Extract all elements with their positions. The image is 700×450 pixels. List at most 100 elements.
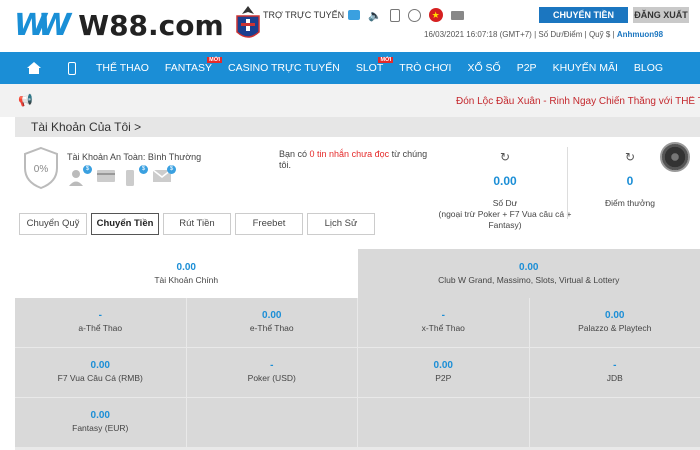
divider: [567, 147, 568, 219]
nav-item-label: XỔ SỐ: [467, 62, 501, 74]
speaker-icon: 📢: [18, 93, 33, 107]
live-support[interactable]: TRỢ TRỰC TUYẾN: [263, 10, 361, 20]
phone-badge: $: [139, 165, 148, 174]
tab-4[interactable]: Lịch Sử: [307, 213, 375, 235]
balance-note: (ngoại trừ Poker + F7 Vua câu cá + Fanta…: [438, 209, 572, 230]
unread-message-notice: Bạn có 0 tin nhắn chưa đọc từ chúng tôi.: [279, 149, 439, 171]
empty-cell: [529, 398, 700, 447]
wallet-label: a-Thể Thao: [78, 323, 123, 333]
nav-item-label: FANTASY: [164, 62, 212, 74]
empty-cell: [186, 398, 357, 447]
wallet-value: 0.00: [433, 360, 453, 371]
email-verify-icon[interactable]: $: [152, 165, 176, 187]
empty-cell: [358, 398, 529, 447]
tab-2[interactable]: Rút Tiền: [163, 213, 231, 235]
megaphone-icon[interactable]: 🔈: [368, 9, 382, 22]
datetime: 16/03/2021 16:07:18 (GMT+7): [424, 30, 532, 39]
wallet-value: 0.00: [519, 262, 539, 273]
nav-item-1[interactable]: FANTASY MỚI: [157, 57, 222, 74]
mobile-nav-icon[interactable]: [68, 61, 76, 75]
wallet-summary-cell[interactable]: 0.00 Club W Grand, Massimo, Slots, Virtua…: [357, 249, 700, 298]
vietnam-flag-icon[interactable]: ★: [428, 8, 443, 22]
security-percent: 0%: [34, 164, 49, 175]
fund-label[interactable]: Quỹ $: [589, 30, 610, 39]
wallet-label: Poker (USD): [247, 373, 296, 383]
wallet-cell[interactable]: 0.00 e-Thể Thao: [186, 298, 357, 347]
wallet-cell[interactable]: 0.00 Fantasy (EUR): [15, 398, 186, 447]
nav-item-5[interactable]: XỔ SỐ: [459, 62, 508, 74]
account-info-line: 16/03/2021 16:07:18 (GMT+7) | Số Dư/Điểm…: [424, 30, 664, 39]
phone-verify-icon[interactable]: $: [124, 165, 148, 187]
tab-1[interactable]: Chuyển Tiền: [91, 213, 159, 235]
nav-item-label: P2P: [516, 62, 537, 74]
unread-link[interactable]: 0 tin nhắn chưa đọc: [310, 149, 390, 159]
wallet-value: 0.00: [605, 310, 625, 321]
bank-card-icon[interactable]: [96, 169, 115, 187]
nav-item-2[interactable]: CASINO TRỰC TUYẾN: [220, 62, 348, 74]
wallet-cell[interactable]: - JDB: [529, 348, 700, 397]
security-label: Tài Khoản An Toàn: Bình Thường: [67, 152, 202, 162]
points-value: 0: [626, 174, 634, 188]
wallet-value: 0.00: [262, 310, 282, 321]
wallet-grid: - a-Thể Thao 0.00 e-Thể Thao - x-Thể Thao 0.00…: [15, 298, 700, 450]
brand-logo[interactable]: W W W88.com: [14, 8, 224, 43]
balance-value: 0.00: [493, 174, 517, 188]
logout-button[interactable]: ĐĂNG XUẤT: [633, 7, 689, 23]
wallet-label: Club W Grand, Massimo, Slots, Virtual & …: [438, 275, 620, 285]
mobile-icon[interactable]: [389, 8, 400, 22]
verify-badge: $: [83, 165, 92, 174]
wallet-label: P2P: [435, 373, 452, 383]
wallet-value: -: [270, 360, 274, 371]
roulette-wheel-icon[interactable]: [660, 142, 690, 172]
wallet-value: -: [613, 360, 617, 371]
wallet-cell[interactable]: - a-Thể Thao: [15, 298, 186, 347]
username[interactable]: Anhmuon98: [617, 30, 663, 39]
nav-item-0[interactable]: THỂ THAO: [88, 62, 157, 74]
wallet-label: F7 Vua Câu Cá (RMB): [57, 373, 143, 383]
nav-item-label: TRÒ CHƠI: [399, 62, 452, 74]
mail-icon[interactable]: [450, 10, 464, 20]
nav-item-3[interactable]: SLOT MỚI: [348, 57, 394, 74]
nav-item-6[interactable]: P2P: [509, 62, 545, 74]
wallet-label: Fantasy (EUR): [72, 423, 129, 433]
theme-icon[interactable]: [407, 8, 421, 22]
tab-3[interactable]: Freebet: [235, 213, 303, 235]
transfer-button[interactable]: CHUYỂN TIỀN: [539, 7, 628, 23]
wallet-cell[interactable]: 0.00 Palazzo & Playtech: [529, 298, 700, 347]
main-nav: THỂ THAO FANTASY MỚI CASINO TRỰC TUYẾN SLOT M…: [0, 52, 700, 84]
wallet-cell[interactable]: - Poker (USD): [186, 348, 357, 397]
nav-item-4[interactable]: TRÒ CHƠI: [391, 62, 459, 74]
logo-text: W88.com: [78, 9, 224, 42]
tab-0[interactable]: Chuyển Quỹ: [19, 213, 87, 235]
refresh-points-icon[interactable]: ↻: [590, 150, 670, 164]
home-icon[interactable]: [16, 62, 52, 74]
wallet-label: e-Thể Thao: [249, 323, 294, 333]
support-label: TRỢ TRỰC TUYẾN: [263, 10, 345, 20]
announcement-ticker[interactable]: Đón Lộc Đầu Xuân - Rinh Ngay Chiến Thắng…: [456, 96, 700, 107]
announcement-bar: 📢 Đón Lộc Đầu Xuân - Rinh Ngay Chiến Thắ…: [0, 84, 700, 117]
wallet-summary-cell[interactable]: 0.00 Tài Khoản Chính: [15, 249, 358, 298]
balance-box: ↻ 0.00 Số Dư (ngoại trừ Poker + F7 Vua c…: [435, 150, 575, 231]
nav-item-7[interactable]: KHUYẾN MÃI: [545, 62, 626, 74]
wallet-value: 0.00: [90, 410, 110, 421]
balance-label-text: Số Dư: [492, 198, 518, 208]
wallet-cell[interactable]: 0.00 P2P: [358, 348, 529, 397]
page-title[interactable]: Tài Khoản Của Tôi >: [15, 117, 700, 137]
wallet-summary: 0.00 Tài Khoản Chính 0.00 Club W Grand, Mas…: [15, 249, 700, 298]
wallet-label: x-Thể Thao: [421, 323, 465, 333]
account-tabs: Chuyển Quỹ Chuyển Tiền Rút Tiền Freebet Lịch…: [19, 213, 375, 235]
wallet-cell[interactable]: 0.00 F7 Vua Câu Cá (RMB): [15, 348, 186, 397]
nav-item-label: THỂ THAO: [96, 62, 149, 74]
nav-item-8[interactable]: BLOG: [626, 62, 671, 74]
email-badge: $: [167, 165, 176, 174]
security-shield-icon: 0%: [24, 146, 58, 190]
account-panel: Tài Khoản Của Tôi > 0% Tài Khoản An Toàn…: [15, 117, 700, 450]
top-bar: W W W88.com TRỢ TRỰC TUYẾN 🔈 ★ CHUYỂN TI…: [0, 0, 700, 52]
balance-label[interactable]: Số Dư/Điểm: [538, 30, 582, 39]
top-icons: 🔈 ★: [368, 8, 464, 22]
nav-item-label: BLOG: [633, 62, 664, 74]
logo-mark-2: W: [38, 8, 71, 43]
user-verify-icon[interactable]: $: [68, 165, 92, 187]
wallet-cell[interactable]: - x-Thể Thao: [358, 298, 529, 347]
refresh-balance-icon[interactable]: ↻: [435, 150, 575, 164]
